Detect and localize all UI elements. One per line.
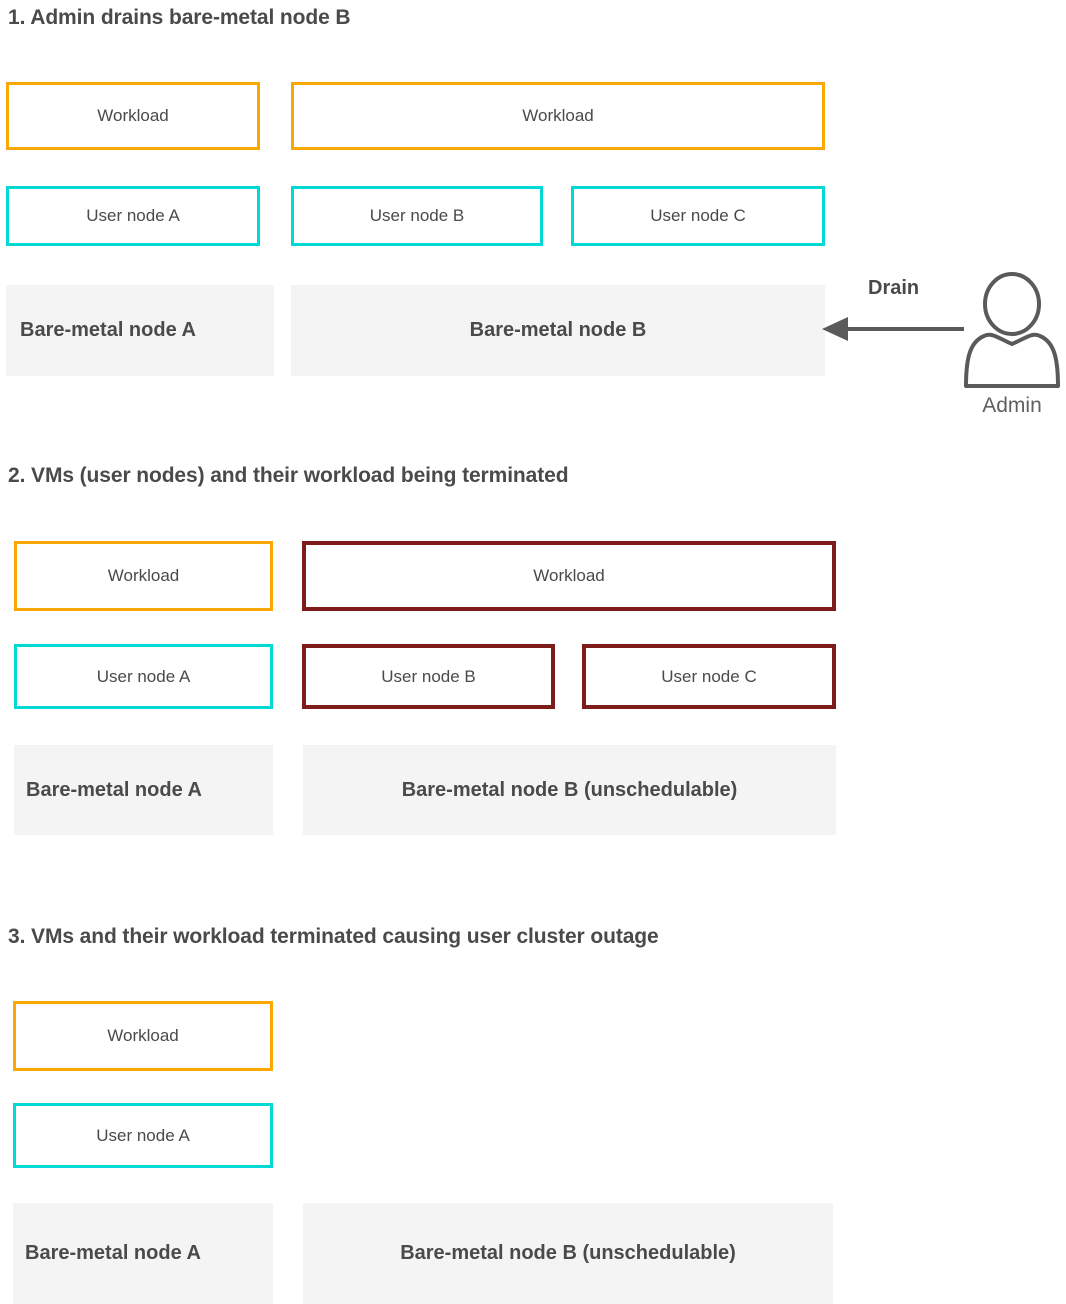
box-label: Workload [107, 566, 180, 585]
box-label: Workload [97, 106, 169, 125]
arrow-left-icon [822, 317, 964, 341]
box-label: User node C [650, 206, 746, 225]
box-label: Bare-metal node B [469, 319, 647, 341]
section-1-bare-metal-node-b[interactable]: Bare-metal node B [291, 285, 825, 376]
drain-label: Drain [868, 277, 920, 299]
admin-label: Admin [982, 394, 1042, 417]
section-1-bare-metal-node-a[interactable]: Bare-metal node A [6, 285, 274, 376]
box-label: User node C [661, 666, 757, 686]
box-label: User node A [96, 1125, 190, 1145]
box-label: Workload [522, 106, 594, 125]
section-3-bare-metal-node-a[interactable]: Bare-metal node A [13, 1203, 273, 1304]
box-label: Workload [107, 1026, 179, 1045]
section-1-workload-b[interactable]: Workload [291, 82, 825, 150]
box-label: Bare-metal node A [25, 1242, 201, 1264]
box-label: User node B [369, 206, 465, 225]
section-2-workload-a[interactable]: Workload [14, 541, 273, 611]
section-3-bare-metal-node-b[interactable]: Bare-metal node B (unschedulable) [303, 1203, 833, 1304]
section-2-bare-metal-node-b[interactable]: Bare-metal node B (unschedulable) [303, 745, 836, 835]
box-label: Bare-metal node B (unschedulable) [400, 1242, 736, 1264]
box-label: Workload [533, 566, 605, 585]
section-3-user-node-a[interactable]: User node A [13, 1103, 273, 1168]
box-label: Bare-metal node B (unschedulable) [401, 778, 738, 801]
section-2-bare-metal-node-a[interactable]: Bare-metal node A [14, 745, 273, 835]
section-1-user-node-c[interactable]: User node C [571, 186, 825, 246]
box-label: User node A [86, 206, 180, 225]
section-3-title: 3. VMs and their workload terminated cau… [8, 925, 659, 948]
section-2-workload-b-terminated[interactable]: Workload [302, 541, 836, 611]
person-icon [964, 272, 1060, 388]
section-1-workload-a[interactable]: Workload [6, 82, 260, 150]
box-label: Bare-metal node A [20, 319, 196, 341]
section-2-title: 2. VMs (user nodes) and their workload b… [8, 464, 569, 487]
section-2-user-node-a[interactable]: User node A [14, 644, 273, 709]
section-1-user-node-a[interactable]: User node A [6, 186, 260, 246]
section-3-workload-a[interactable]: Workload [13, 1001, 273, 1071]
section-1-title: 1. Admin drains bare-metal node B [8, 6, 351, 29]
section-2-user-node-b-terminated[interactable]: User node B [302, 644, 555, 709]
box-label: User node B [381, 666, 476, 686]
section-2-user-node-c-terminated[interactable]: User node C [582, 644, 836, 709]
box-label: User node A [96, 666, 191, 686]
box-label: Bare-metal node A [26, 778, 202, 801]
section-1-user-node-b[interactable]: User node B [291, 186, 543, 246]
